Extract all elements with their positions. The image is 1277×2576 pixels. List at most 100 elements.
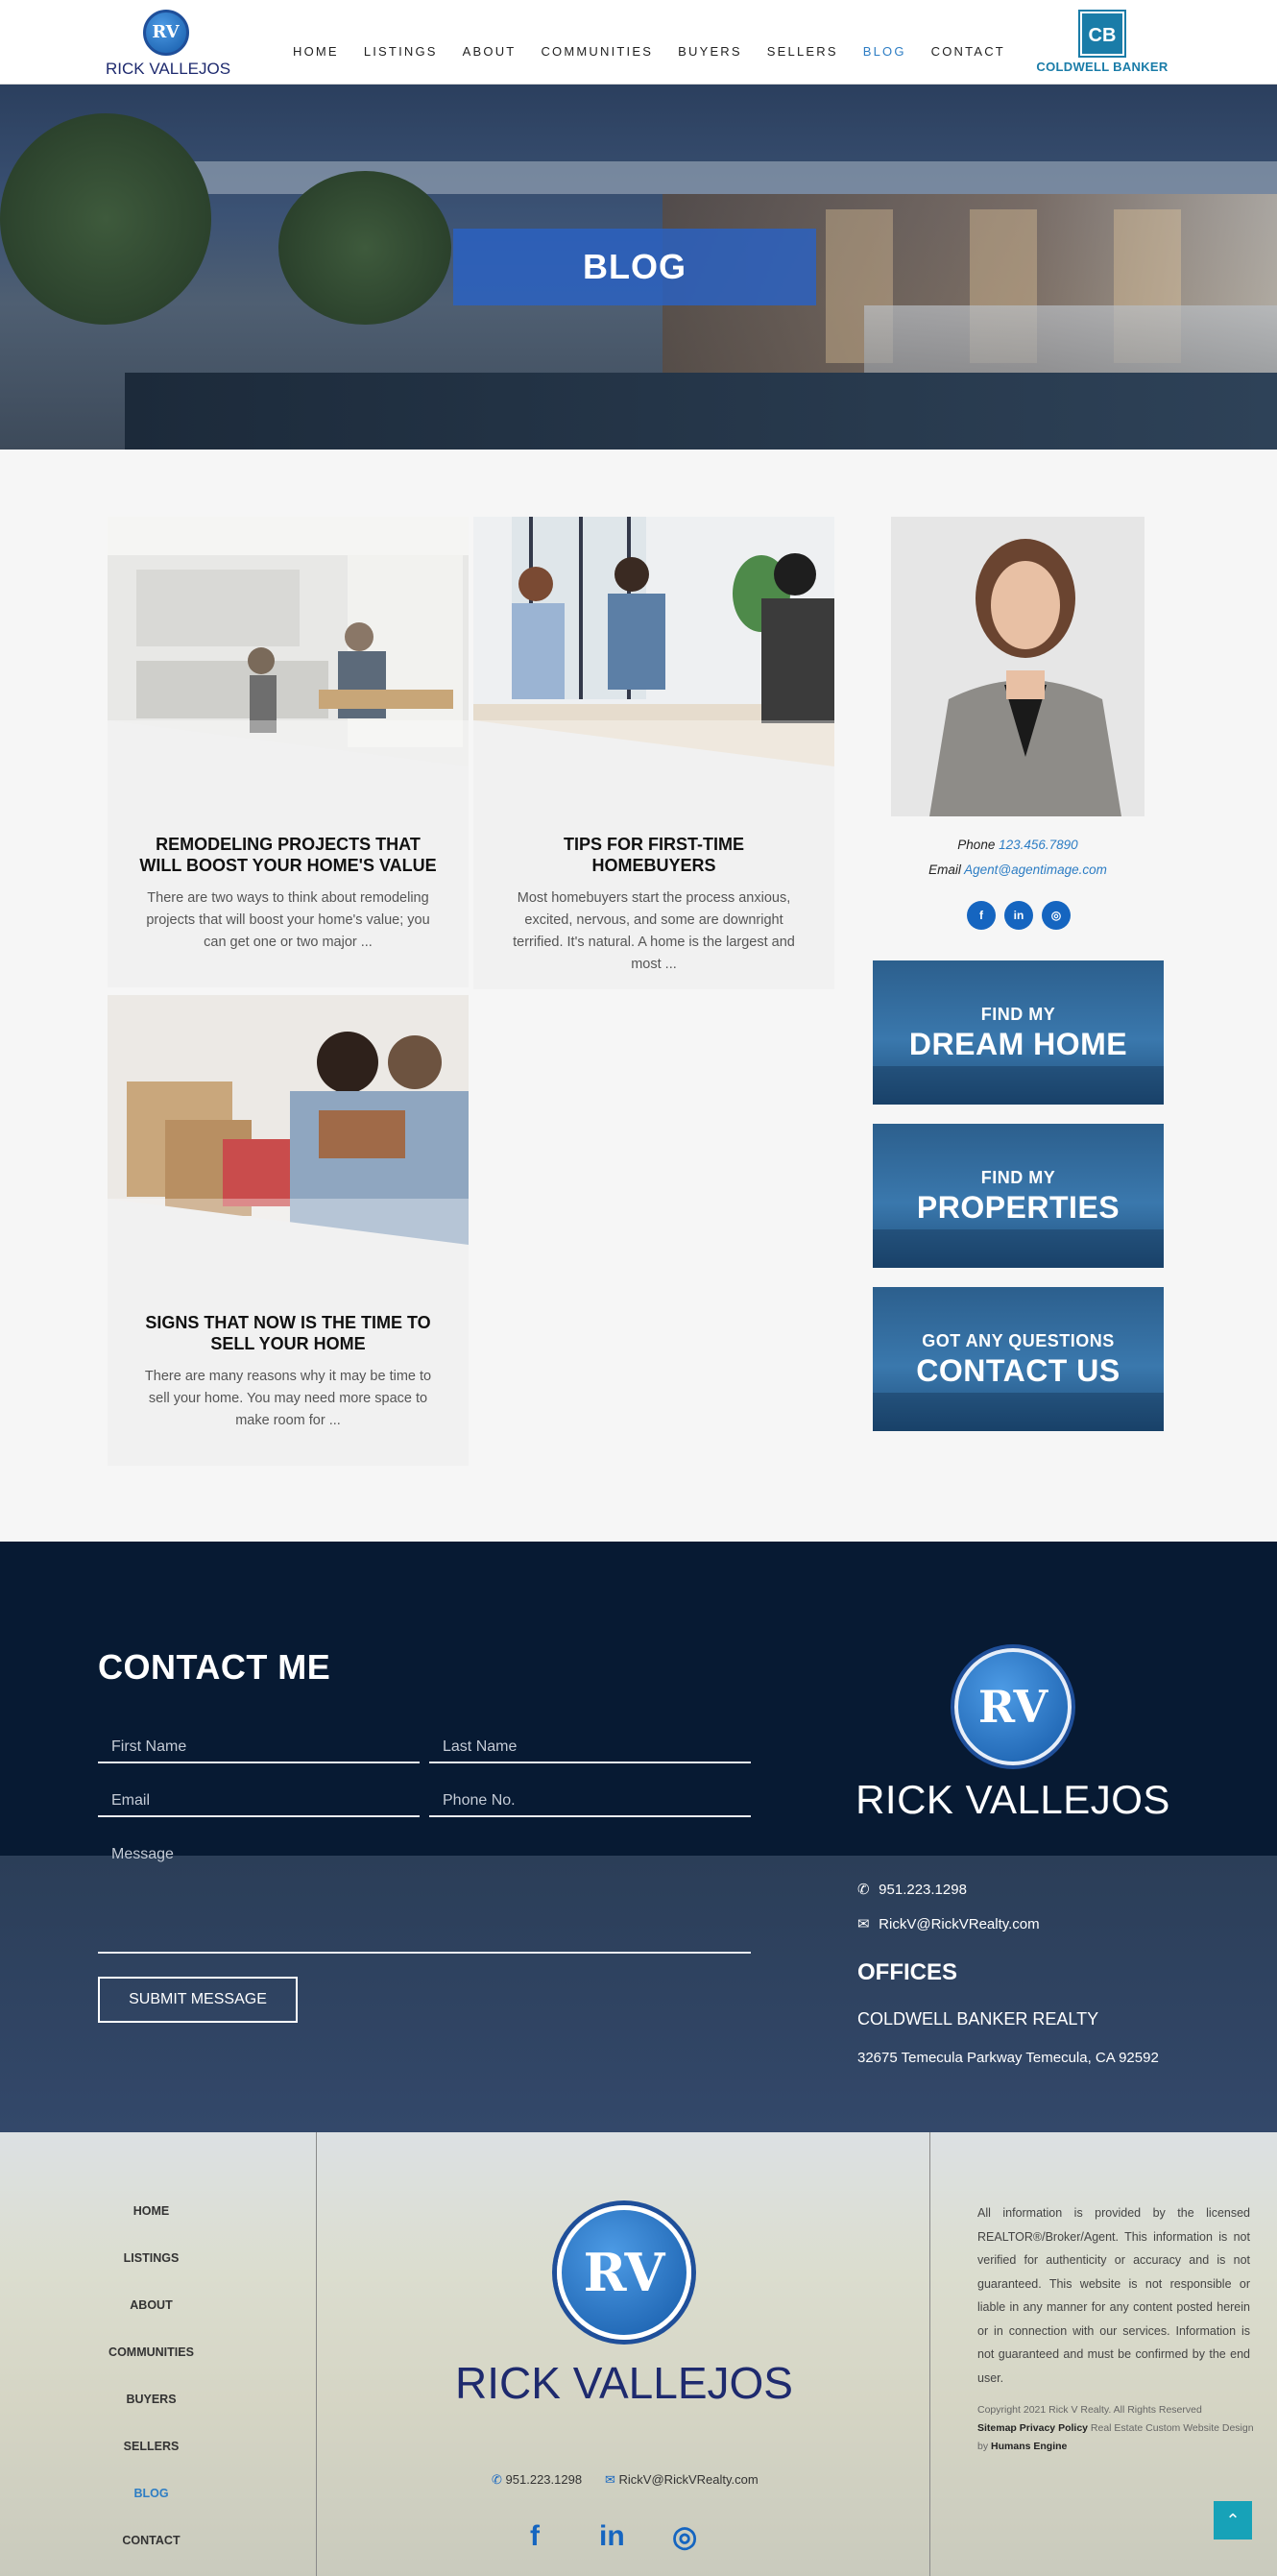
remodeling-photo <box>108 517 469 766</box>
hero-tree <box>0 113 211 325</box>
cta-small-label: GOT ANY QUESTIONS <box>922 1331 1115 1350</box>
first-name-field[interactable]: First Name <box>98 1729 420 1763</box>
facebook-icon[interactable]: f <box>967 901 996 930</box>
linkedin-icon[interactable]: in <box>1004 901 1033 930</box>
footer-copyright: Copyright 2021 Rick V Realty. All Rights… <box>977 2401 1256 2456</box>
blog-card-excerpt: There are many reasons why it may be tim… <box>144 1369 432 1428</box>
footer-nav-buyers[interactable]: BUYERS <box>82 2393 221 2406</box>
footer-nav-listings[interactable]: LISTINGS <box>82 2251 221 2265</box>
blog-card-title[interactable]: TIPS FOR FIRST-TIME HOMEBUYERS <box>473 834 834 876</box>
office-address: 32675 Temecula Parkway Temecula, CA 9259… <box>857 2050 1159 2066</box>
cta-contact-us[interactable]: GOT ANY QUESTIONS CONTACT US <box>873 1287 1164 1431</box>
envelope-icon: ✉ <box>605 2472 615 2487</box>
instagram-icon[interactable]: ◎ <box>1042 901 1071 930</box>
blog-card-image[interactable] <box>108 517 469 766</box>
cta-small-label: FIND MY <box>980 1005 1056 1024</box>
instagram-icon[interactable]: ◎ <box>672 2520 697 2554</box>
contact-email-text: RickV@RickVRealty.com <box>879 1916 1040 1932</box>
nav-blog[interactable]: BLOG <box>863 44 906 59</box>
footer-logo-name: RICK VALLEJOS <box>455 2358 793 2408</box>
footer-email[interactable]: ✉ RickV@RickVRealty.com <box>605 2472 759 2488</box>
cta-big-label: DREAM HOME <box>908 1027 1128 1061</box>
linkedin-icon[interactable]: in <box>599 2520 625 2553</box>
image-overlay <box>108 720 469 766</box>
nav-communities[interactable]: COMMUNITIES <box>541 44 653 59</box>
credit-link[interactable]: Humans Engine <box>991 2441 1067 2452</box>
logo-mark: RV <box>142 10 189 56</box>
site-header: RV RICK VALLEJOS HOME LISTINGS ABOUT COM… <box>0 0 1277 85</box>
blog-card[interactable]: TIPS FOR FIRST-TIME HOMEBUYERS Most home… <box>473 517 834 989</box>
agent-phone-label: Phone <box>957 838 996 852</box>
brokerage-logo[interactable]: CB COLDWELL BANKER <box>1035 10 1169 74</box>
contact-heading: CONTACT ME <box>98 1647 331 1687</box>
footer-nav-blog[interactable]: BLOG <box>82 2487 221 2500</box>
agent-phone: Phone 123.456.7890 <box>864 838 1171 852</box>
privacy-link[interactable]: Privacy Policy <box>1020 2422 1088 2434</box>
agent-phone-link[interactable]: 123.456.7890 <box>999 838 1078 852</box>
contact-phone[interactable]: ✆ 951.223.1298 <box>857 1881 967 1898</box>
message-field[interactable]: Message <box>98 1836 751 1954</box>
contact-email[interactable]: ✉ RickV@RickVRealty.com <box>857 1915 1040 1932</box>
page-title: BLOG <box>453 229 816 305</box>
agent-email-label: Email <box>928 863 961 877</box>
footer-nav-sellers[interactable]: SELLERS <box>82 2440 221 2453</box>
chevron-up-icon: ⌃ <box>1225 2511 1241 2530</box>
agent-email: Email Agent@agentimage.com <box>864 863 1171 877</box>
hero-banner: BLOG <box>0 85 1277 450</box>
image-overlay <box>473 720 834 766</box>
blog-card-image[interactable] <box>473 517 834 766</box>
nav-about[interactable]: ABOUT <box>463 44 517 59</box>
homebuyers-photo <box>473 517 834 766</box>
contact-phone-text: 951.223.1298 <box>879 1882 967 1898</box>
cta-big-label: CONTACT US <box>916 1353 1120 1388</box>
cta-dream-home[interactable]: FIND MY DREAM HOME <box>873 960 1164 1105</box>
last-name-field[interactable]: Last Name <box>429 1729 751 1763</box>
submit-button[interactable]: SUBMIT MESSAGE <box>98 1977 298 2023</box>
cta-properties[interactable]: FIND MY PROPERTIES <box>873 1124 1164 1268</box>
brokerage-mark: CB <box>1078 10 1126 58</box>
contact-logo-mark: RV <box>954 1648 1072 1765</box>
blog-card-title[interactable]: SIGNS THAT NOW IS THE TIME TO SELL YOUR … <box>108 1312 469 1354</box>
footer-phone[interactable]: ✆ 951.223.1298 <box>492 2472 582 2488</box>
footer-nav-about[interactable]: ABOUT <box>82 2298 221 2312</box>
brokerage-name: COLDWELL BANKER <box>1036 60 1169 74</box>
blog-card-title[interactable]: REMODELING PROJECTS THAT WILL BOOST YOUR… <box>108 834 469 876</box>
couple-hug-photo <box>108 995 469 1245</box>
facebook-icon[interactable]: f <box>530 2520 540 2553</box>
copyright-text: Copyright 2021 Rick V Realty. All Rights… <box>977 2404 1202 2416</box>
nav-listings[interactable]: LISTINGS <box>364 44 438 59</box>
hero-pool <box>125 373 1277 450</box>
site-logo[interactable]: RV RICK VALLEJOS <box>106 10 230 78</box>
footer-nav-contact[interactable]: CONTACT <box>82 2534 221 2547</box>
cta-big-label: PROPERTIES <box>916 1190 1120 1225</box>
sitemap-link[interactable]: Sitemap <box>977 2422 1017 2434</box>
footer-divider <box>929 2132 930 2576</box>
footer-disclaimer: All information is provided by the licen… <box>977 2206 1250 2385</box>
cta-small-label: FIND MY <box>980 1168 1056 1187</box>
footer-email-text: RickV@RickVRealty.com <box>618 2472 759 2487</box>
image-overlay <box>108 1199 469 1245</box>
footer-phone-text: 951.223.1298 <box>505 2472 583 2487</box>
footer-nav-communities[interactable]: COMMUNITIES <box>82 2345 221 2359</box>
phone-icon: ✆ <box>492 2472 502 2487</box>
email-field[interactable]: Email <box>98 1783 420 1817</box>
blog-card[interactable]: REMODELING PROJECTS THAT WILL BOOST YOUR… <box>108 517 469 987</box>
back-to-top-button[interactable]: ⌃ <box>1214 2501 1252 2540</box>
offices-heading: OFFICES <box>857 1959 958 1985</box>
agent-email-link[interactable]: Agent@agentimage.com <box>964 863 1107 877</box>
blog-card-excerpt: There are two ways to think about remode… <box>146 890 430 950</box>
nav-buyers[interactable]: BUYERS <box>678 44 742 59</box>
logo-name: RICK VALLEJOS <box>106 60 231 78</box>
hero-tree <box>278 171 451 325</box>
blog-card[interactable]: SIGNS THAT NOW IS THE TIME TO SELL YOUR … <box>108 995 469 1466</box>
blog-card-excerpt: Most homebuyers start the process anxiou… <box>513 890 795 972</box>
footer-nav-home[interactable]: HOME <box>82 2204 221 2218</box>
nav-contact[interactable]: CONTACT <box>931 44 1005 59</box>
nav-home[interactable]: HOME <box>293 44 339 59</box>
office-name: COLDWELL BANKER REALTY <box>857 2009 1099 2029</box>
footer-logo: RV RICK VALLEJOS <box>442 2205 807 2409</box>
footer-divider <box>316 2132 317 2576</box>
nav-sellers[interactable]: SELLERS <box>767 44 838 59</box>
blog-card-image[interactable] <box>108 995 469 1245</box>
phone-field[interactable]: Phone No. <box>429 1783 751 1817</box>
